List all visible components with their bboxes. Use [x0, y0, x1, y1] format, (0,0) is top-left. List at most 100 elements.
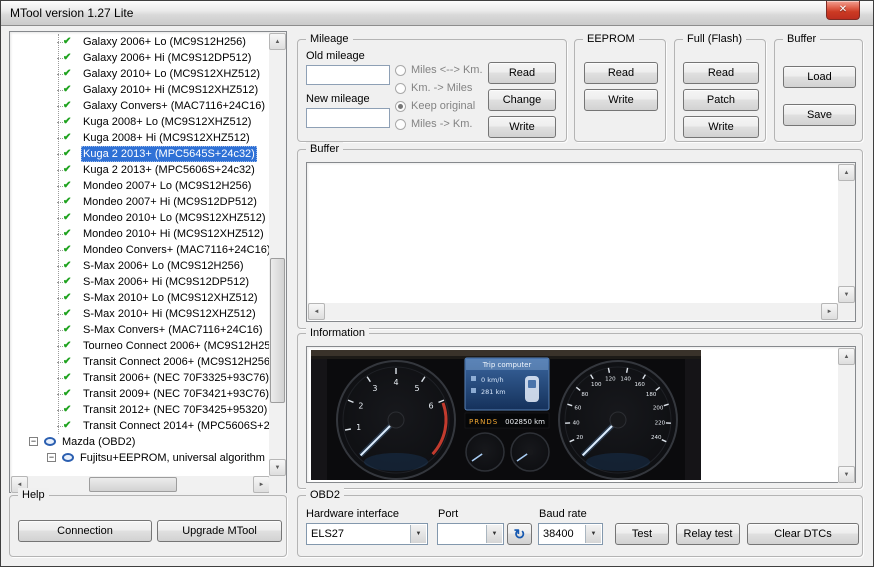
model-tree[interactable]: ✔Galaxy 2006+ Lo (MC9S12H256)✔Galaxy 200…: [9, 31, 287, 493]
tree-item[interactable]: ✔Galaxy 2010+ Hi (MC9S12XHZ512): [11, 82, 269, 98]
check-icon: ✔: [63, 274, 71, 290]
tachometer-gauge: 123456: [337, 361, 455, 479]
tree-horizontal-scrollbar[interactable]: ◄ ►: [11, 476, 270, 493]
tree-item[interactable]: −Fujitsu+EEPROM, universal algorithm: [11, 450, 269, 466]
information-vertical-scrollbar[interactable]: ▲ ▼: [838, 348, 855, 483]
tree-item[interactable]: ✔Mondeo 2007+ Hi (MC9S12DP512): [11, 194, 269, 210]
baud-rate-select[interactable]: 38400 ▼: [538, 523, 603, 545]
tree-item[interactable]: ✔Kuga 2008+ Lo (MC9S12XHZ512): [11, 114, 269, 130]
radio-label: Miles <--> Km.: [411, 64, 483, 76]
clear-dtcs-button[interactable]: Clear DTCs: [747, 523, 859, 545]
tree-item-label: Mondeo 2010+ Hi (MC9S12XHZ512): [81, 226, 266, 242]
port-select[interactable]: ▼: [437, 523, 504, 545]
check-icon: ✔: [63, 306, 71, 322]
chevron-down-icon[interactable]: ▼: [486, 525, 502, 543]
collapse-icon[interactable]: −: [47, 453, 56, 462]
connection-button[interactable]: Connection: [18, 520, 152, 542]
tree-item[interactable]: ✔Mondeo 2010+ Lo (MC9S12XHZ512): [11, 210, 269, 226]
tree-item[interactable]: ✔Kuga 2 2013+ (MPC5606S+24c32): [11, 162, 269, 178]
tree-item[interactable]: ✔Transit Connect 2006+ (MC9S12H256): [11, 354, 269, 370]
gauge-number: 160: [634, 382, 645, 388]
scroll-down-button[interactable]: ▼: [838, 466, 855, 483]
mileage-write-button[interactable]: Write: [488, 116, 556, 138]
radio-miles-km-swap[interactable]: Miles <--> Km.: [395, 64, 487, 78]
tree-item[interactable]: ✔Galaxy 2010+ Lo (MC9S12XHZ512): [11, 66, 269, 82]
scrollbar-thumb[interactable]: [89, 477, 177, 492]
tree-item[interactable]: −Mazda (OBD2): [11, 434, 269, 450]
check-icon: ✔: [63, 194, 71, 210]
arrow-left-icon: ◄: [314, 309, 320, 315]
buffer-vertical-scrollbar[interactable]: ▲ ▼: [838, 164, 855, 303]
old-mileage-input[interactable]: [306, 65, 390, 85]
radio-miles-to-km[interactable]: Miles -> Km.: [395, 118, 487, 132]
title-bar[interactable]: MTool version 1.27 Lite ✕: [1, 1, 873, 26]
tree-item[interactable]: ✔S-Max 2010+ Hi (MC9S12XHZ512): [11, 306, 269, 322]
scrollbar-thumb[interactable]: [270, 258, 285, 403]
tree-item[interactable]: ✔Galaxy 2006+ Hi (MC9S12DP512): [11, 50, 269, 66]
flash-patch-button[interactable]: Patch: [683, 89, 759, 111]
eeprom-write-button[interactable]: Write: [584, 89, 658, 111]
gauge-number: 5: [415, 384, 420, 393]
tree-item[interactable]: ✔Kuga 2008+ Hi (MC9S12XHZ512): [11, 130, 269, 146]
tree-item[interactable]: ✔Transit 2009+ (NEC 70F3421+93C76): [11, 386, 269, 402]
buffer-horizontal-scrollbar[interactable]: ◄ ►: [308, 303, 838, 320]
hardware-interface-label: Hardware interface: [306, 508, 399, 520]
hardware-interface-value: ELS27: [311, 528, 344, 540]
scroll-up-button[interactable]: ▲: [269, 33, 286, 50]
collapse-icon[interactable]: −: [29, 437, 38, 446]
scroll-down-button[interactable]: ▼: [269, 459, 286, 476]
scroll-left-button[interactable]: ◄: [308, 303, 325, 320]
tree-item[interactable]: ✔Mondeo Convers+ (MAC7116+24C16): [11, 242, 269, 258]
tree-item[interactable]: ✔Transit 2012+ (NEC 70F3425+95320): [11, 402, 269, 418]
baud-rate-value: 38400: [543, 528, 574, 540]
chevron-down-icon[interactable]: ▼: [585, 525, 601, 543]
check-icon: ✔: [63, 354, 71, 370]
eeprom-read-button[interactable]: Read: [584, 62, 658, 84]
radio-label: Keep original: [411, 100, 475, 112]
help-group: Help Connection Upgrade MTool: [9, 495, 287, 557]
chevron-down-icon[interactable]: ▼: [410, 525, 426, 543]
tree-item[interactable]: ✔S-Max Convers+ (MAC7116+24C16): [11, 322, 269, 338]
tree-vertical-scrollbar[interactable]: ▲ ▼: [269, 33, 286, 476]
tree-item[interactable]: ✔Tourneo Connect 2006+ (MC9S12H256): [11, 338, 269, 354]
new-mileage-input[interactable]: [306, 108, 390, 128]
test-button[interactable]: Test: [615, 523, 669, 545]
tree-item[interactable]: ✔Transit 2006+ (NEC 70F3325+93C76): [11, 370, 269, 386]
tree-item[interactable]: ✔Kuga 2 2013+ (MPC5645S+24c32): [11, 146, 269, 162]
radio-keep-original[interactable]: Keep original: [395, 100, 487, 114]
buffer-controls-title: Buffer: [783, 32, 820, 46]
buffer-textarea[interactable]: [308, 164, 838, 304]
scroll-right-button[interactable]: ►: [821, 303, 838, 320]
buffer-save-button[interactable]: Save: [783, 104, 856, 126]
radio-km-to-miles[interactable]: Km. -> Miles: [395, 82, 487, 96]
gauge-number: 3: [372, 384, 377, 393]
gauge-tick: [608, 368, 609, 373]
tree-item[interactable]: ✔Transit Connect 2014+ (MPC5606S+24c: [11, 418, 269, 434]
arrow-right-icon: ►: [259, 482, 265, 488]
hardware-interface-select[interactable]: ELS27 ▼: [306, 523, 428, 545]
scroll-up-button[interactable]: ▲: [838, 348, 855, 365]
upgrade-mtool-button[interactable]: Upgrade MTool: [157, 520, 282, 542]
check-icon: ✔: [63, 210, 71, 226]
tree-item[interactable]: ✔S-Max 2010+ Lo (MC9S12XHZ512): [11, 290, 269, 306]
relay-test-button[interactable]: Relay test: [676, 523, 740, 545]
mileage-read-button[interactable]: Read: [488, 62, 556, 84]
tree-item[interactable]: ✔Galaxy 2006+ Lo (MC9S12H256): [11, 34, 269, 50]
tree-item[interactable]: ✔Mondeo 2010+ Hi (MC9S12XHZ512): [11, 226, 269, 242]
tree-item[interactable]: ✔Galaxy Convers+ (MAC7116+24C16): [11, 98, 269, 114]
tree-item[interactable]: ✔S-Max 2006+ Hi (MC9S12DP512): [11, 274, 269, 290]
buffer-load-button[interactable]: Load: [783, 66, 856, 88]
tree-item[interactable]: ✔S-Max 2006+ Lo (MC9S12H256): [11, 258, 269, 274]
scroll-down-button[interactable]: ▼: [838, 286, 855, 303]
tree-item-label: S-Max Convers+ (MAC7116+24C16): [81, 322, 265, 338]
flash-read-button[interactable]: Read: [683, 62, 759, 84]
scroll-up-button[interactable]: ▲: [838, 164, 855, 181]
refresh-ports-button[interactable]: ↻: [507, 523, 532, 545]
tree-item-label: Tourneo Connect 2006+ (MC9S12H256): [81, 338, 269, 354]
flash-write-button[interactable]: Write: [683, 116, 759, 138]
tree-item[interactable]: ✔Mondeo 2007+ Lo (MC9S12H256): [11, 178, 269, 194]
mileage-change-button[interactable]: Change: [488, 89, 556, 111]
check-icon: ✔: [63, 66, 71, 82]
close-button[interactable]: ✕: [826, 1, 860, 20]
scroll-right-button[interactable]: ►: [253, 476, 270, 493]
